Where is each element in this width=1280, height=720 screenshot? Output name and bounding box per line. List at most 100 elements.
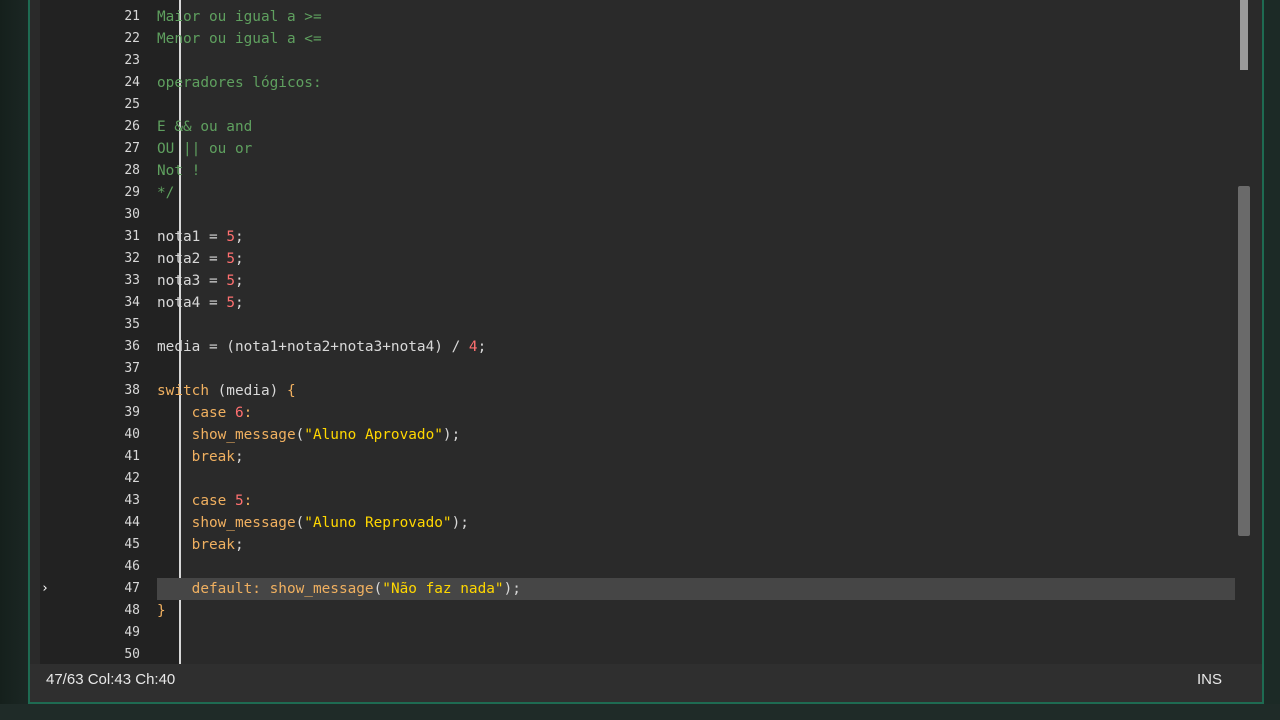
code-token: 6: [234, 405, 244, 421]
line-text: nota2 = 5;: [157, 248, 244, 270]
code-line[interactable]: 22 Menor ou igual a <=: [30, 28, 1266, 50]
code-token: break: [191, 537, 235, 553]
line-text: operadores lógicos:: [157, 72, 322, 94]
line-number: 22: [124, 31, 140, 46]
code-token: :: [243, 405, 253, 421]
code-line[interactable]: 50: [30, 644, 1266, 666]
line-number: 43: [124, 493, 140, 508]
code-line[interactable]: 42: [30, 468, 1266, 490]
line-text: break;: [157, 534, 244, 556]
code-line[interactable]: 35: [30, 314, 1266, 336]
line-number: 50: [124, 647, 140, 662]
code-line[interactable]: 21 Maior ou igual a >=: [30, 6, 1266, 28]
status-bar: 47/63 Col:43 Ch:40 INS: [30, 664, 1262, 702]
line-number: 32: [124, 251, 140, 266]
code-line[interactable]: 33 nota3 = 5;: [30, 270, 1266, 292]
cursor-position: 47/63 Col:43 Ch:40: [46, 671, 176, 688]
code-line[interactable]: 48}: [30, 600, 1266, 622]
line-number: 49: [124, 625, 140, 640]
code-token: );: [503, 581, 521, 597]
line-number: 42: [124, 471, 140, 486]
code-line[interactable]: 31 nota1 = 5;: [30, 226, 1266, 248]
code-token: default: show_message: [191, 581, 374, 597]
code-line[interactable]: 23: [30, 50, 1266, 72]
line-text: Menor ou igual a <=: [157, 28, 322, 50]
insert-mode-indicator[interactable]: INS: [1197, 671, 1222, 688]
code-token: 5: [226, 273, 235, 289]
code-line[interactable]: 38 switch (media) {: [30, 380, 1266, 402]
code-token: "Aluno Aprovado": [304, 427, 443, 443]
code-token: break: [191, 449, 235, 465]
code-line[interactable]: 24 operadores lógicos:: [30, 72, 1266, 94]
line-text: case 6:: [157, 402, 253, 424]
code-line[interactable]: 44 show_message("Aluno Reprovado");: [30, 512, 1266, 534]
line-number: 48: [124, 603, 140, 618]
line-number: 40: [124, 427, 140, 442]
code-line[interactable]: 46: [30, 556, 1266, 578]
line-number: 23: [124, 53, 140, 68]
code-line[interactable]: 49: [30, 622, 1266, 644]
code-line[interactable]: 28 Not !: [30, 160, 1266, 182]
desktop-background-bottom: [0, 704, 1280, 720]
code-token: (: [295, 427, 305, 443]
code-token: :: [243, 493, 253, 509]
line-number: 26: [124, 119, 140, 134]
code-line[interactable]: 30: [30, 204, 1266, 226]
line-text: case 5:: [157, 490, 253, 512]
line-number: 25: [124, 97, 140, 112]
code-line[interactable]: 26 E && ou and: [30, 116, 1266, 138]
line-number: 46: [124, 559, 140, 574]
code-token: show_message: [191, 515, 296, 531]
line-number: 24: [124, 75, 140, 90]
line-number: 41: [124, 449, 140, 464]
code-token: ;: [477, 339, 487, 355]
scrollbar-top-segment[interactable]: [1240, 0, 1248, 70]
line-text: Not !: [157, 160, 200, 182]
code-token: ;: [234, 229, 244, 245]
code-line[interactable]: 39 case 6:: [30, 402, 1266, 424]
code-token: 5: [226, 251, 235, 267]
line-text: nota3 = 5;: [157, 270, 244, 292]
line-number: 39: [124, 405, 140, 420]
code-line[interactable]: 29 */: [30, 182, 1266, 204]
code-token: ;: [234, 273, 244, 289]
code-token: (: [373, 581, 383, 597]
code-line[interactable]: › 47 default: show_message("Não faz nada"…: [30, 578, 1266, 600]
code-line[interactable]: 43 case 5:: [30, 490, 1266, 512]
code-token: 5: [226, 295, 235, 311]
code-token: nota4 =: [157, 295, 227, 311]
code-line[interactable]: 36 media = (nota1+nota2+nota3+nota4) / 4;: [30, 336, 1266, 358]
code-line[interactable]: 34 nota4 = 5;: [30, 292, 1266, 314]
line-number: 29: [124, 185, 140, 200]
code-token: ;: [234, 295, 244, 311]
code-token: 5: [226, 229, 235, 245]
code-line[interactable]: 25: [30, 94, 1266, 116]
line-text: */: [157, 182, 174, 204]
code-token: Not !: [157, 163, 201, 179]
line-number: 30: [124, 207, 140, 222]
scrollbar-thumb[interactable]: [1238, 186, 1250, 536]
code-token: );: [442, 427, 461, 443]
code-line[interactable]: 37: [30, 358, 1266, 380]
line-text: switch (media) {: [157, 380, 296, 402]
line-text: break;: [157, 446, 244, 468]
line-number: 35: [124, 317, 140, 332]
code-token: ;: [234, 251, 244, 267]
code-line[interactable]: 32 nota2 = 5;: [30, 248, 1266, 270]
line-text: OU || ou or: [157, 138, 252, 160]
code-line[interactable]: 45 break;: [30, 534, 1266, 556]
line-number: 21: [124, 9, 140, 24]
code-line[interactable]: 27 OU || ou or: [30, 138, 1266, 160]
code-token: show_message: [191, 427, 296, 443]
line-text: E && ou and: [157, 116, 252, 138]
code-line[interactable]: 41 break;: [30, 446, 1266, 468]
code-line[interactable]: 40 show_message("Aluno Aprovado");: [30, 424, 1266, 446]
code-token: case: [191, 493, 235, 509]
line-number: 33: [124, 273, 140, 288]
code-token: (: [295, 515, 305, 531]
